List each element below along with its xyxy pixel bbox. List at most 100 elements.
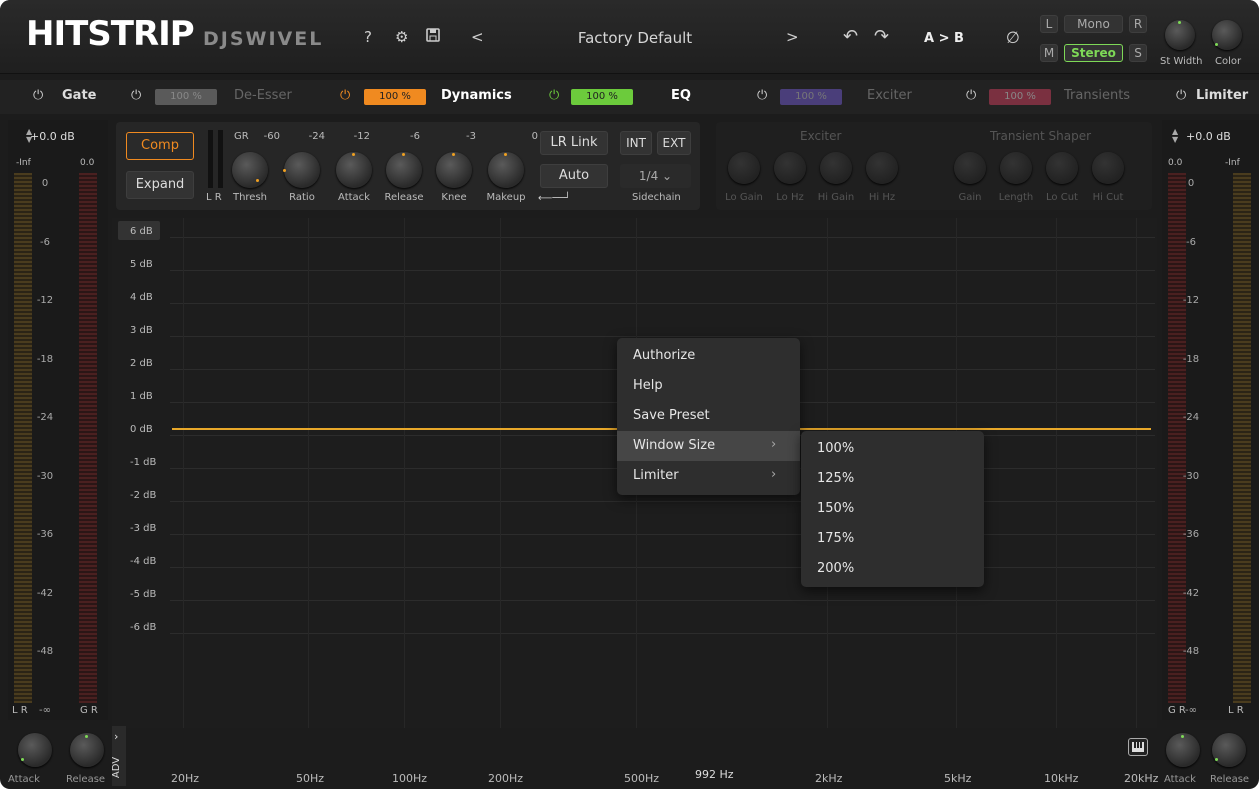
menu-item-limiter[interactable]: Limiter › <box>617 461 800 491</box>
submenu-item-125[interactable]: 125% <box>817 471 854 486</box>
output-gain-value[interactable]: +0.0 dB <box>1186 130 1231 143</box>
release-knob[interactable] <box>386 152 422 188</box>
db-label: -3 dB <box>130 523 157 534</box>
sidechain-select[interactable]: 1/4 ⌄ <box>620 164 691 188</box>
stereo-button[interactable]: Stereo <box>1064 44 1123 62</box>
gain-knob[interactable] <box>954 152 986 184</box>
gate-release-knob[interactable] <box>70 733 104 767</box>
dynamics-mix[interactable]: 100 % <box>364 89 426 105</box>
transients-power-icon[interactable]: ⏻ <box>966 88 976 103</box>
limiter-release-knob[interactable] <box>1212 733 1246 767</box>
int-sidechain-button[interactable]: INT <box>620 131 652 155</box>
eq-mix[interactable]: 100 % <box>571 89 633 105</box>
module-dynamics[interactable]: Dynamics <box>441 88 512 114</box>
help-icon[interactable]: ? <box>364 28 372 46</box>
freq-label: 50Hz <box>296 772 325 785</box>
input-gain-value[interactable]: +0.0 dB <box>30 130 75 143</box>
grid-line <box>170 237 1155 238</box>
lr-link-button[interactable]: LR Link <box>540 131 608 155</box>
meter-footer-label: G R <box>1168 705 1186 716</box>
menu-item-label: Limiter <box>633 468 679 483</box>
limiter-power-icon[interactable]: ⏻ <box>1176 88 1186 103</box>
mono-button[interactable]: Mono <box>1064 15 1123 33</box>
submenu-item-175[interactable]: 175% <box>817 531 854 546</box>
menu-item-window-size[interactable]: Window Size › <box>617 431 800 461</box>
lo-hz-knob[interactable] <box>774 152 806 184</box>
length-knob[interactable] <box>1000 152 1032 184</box>
menu-item-help[interactable]: Help <box>633 378 663 393</box>
gr-meter-r <box>218 130 223 188</box>
db-label: 1 dB <box>130 391 153 402</box>
gr-scale-label: -6 <box>410 131 420 142</box>
db-label: -4 dB <box>130 556 157 567</box>
adv-toggle[interactable]: › ADV <box>111 726 126 786</box>
module-exciter[interactable]: Exciter <box>867 88 912 114</box>
dynamics-power-icon[interactable]: ⏻ <box>340 88 350 103</box>
grid-line <box>183 218 184 728</box>
piano-keyboard-icon[interactable] <box>1128 738 1148 756</box>
input-gain-stepper-icon[interactable]: ▲ ▼ <box>26 128 32 144</box>
limiter-attack-knob[interactable] <box>1166 733 1200 767</box>
gear-icon[interactable]: ⚙ <box>395 28 408 46</box>
auto-button[interactable]: Auto <box>540 164 608 188</box>
exciter-title: Exciter <box>800 129 842 143</box>
hi-gain-knob[interactable] <box>820 152 852 184</box>
right-channel-button[interactable]: R <box>1129 15 1147 33</box>
menu-item-authorize[interactable]: Authorize <box>633 348 695 363</box>
gate-attack-knob[interactable] <box>18 733 52 767</box>
submenu-item-150[interactable]: 150% <box>817 501 854 516</box>
transients-mix[interactable]: 100 % <box>989 89 1051 105</box>
prev-preset-icon[interactable]: < <box>471 28 484 46</box>
knee-knob[interactable] <box>436 152 472 188</box>
color-knob[interactable] <box>1212 20 1242 50</box>
db-label: 2 dB <box>130 358 153 369</box>
menu-item-save-preset[interactable]: Save Preset <box>633 408 710 423</box>
chevron-right-icon: › <box>771 467 777 482</box>
save-icon[interactable] <box>426 28 440 46</box>
mid-button[interactable]: M <box>1040 44 1058 62</box>
chevron-right-icon: › <box>771 437 777 452</box>
undo-icon[interactable]: ↶ <box>843 26 858 47</box>
db-label: 3 dB <box>130 325 153 336</box>
grid-line <box>308 218 309 728</box>
bypass-icon[interactable]: ∅ <box>1006 28 1020 47</box>
comp-mode-button[interactable]: Comp <box>126 132 194 160</box>
meter-mark: -36 <box>1182 529 1200 540</box>
chevron-right-icon: › <box>114 730 119 743</box>
submenu-item-100[interactable]: 100% <box>817 441 854 456</box>
exciter-power-icon[interactable]: ⏻ <box>757 88 767 103</box>
submenu-item-200[interactable]: 200% <box>817 561 854 576</box>
left-channel-button[interactable]: L <box>1040 15 1058 33</box>
eq-power-icon[interactable]: ⏻ <box>549 88 559 103</box>
adv-label: ADV <box>111 756 123 779</box>
module-limiter[interactable]: Limiter <box>1196 88 1248 114</box>
preset-name[interactable]: Factory Default <box>540 29 730 47</box>
ratio-knob[interactable] <box>283 152 320 188</box>
gate-power-icon[interactable]: ⏻ <box>33 88 43 103</box>
lo-gain-knob[interactable] <box>728 152 760 184</box>
redo-icon[interactable]: ↷ <box>874 26 889 47</box>
next-preset-icon[interactable]: > <box>786 28 799 46</box>
module-gate[interactable]: Gate <box>62 88 96 114</box>
ab-compare[interactable]: A > B <box>924 31 964 46</box>
attack-knob[interactable] <box>336 152 372 188</box>
side-button[interactable]: S <box>1129 44 1147 62</box>
hi-cut-knob[interactable] <box>1092 152 1124 184</box>
ext-sidechain-button[interactable]: EXT <box>657 131 691 155</box>
module-deesser[interactable]: De-Esser <box>234 88 292 114</box>
lo-cut-knob[interactable] <box>1046 152 1078 184</box>
deesser-mix[interactable]: 100 % <box>155 89 217 105</box>
thresh-knob[interactable] <box>232 152 268 188</box>
module-eq[interactable]: EQ <box>671 88 691 114</box>
meter-mark: -∞ <box>39 704 51 716</box>
exciter-mix[interactable]: 100 % <box>780 89 842 105</box>
release-label: Release <box>66 774 106 785</box>
makeup-knob[interactable] <box>488 152 524 188</box>
deesser-power-icon[interactable]: ⏻ <box>131 88 141 103</box>
module-transients[interactable]: Transients <box>1064 88 1130 114</box>
expand-mode-button[interactable]: Expand <box>126 171 194 199</box>
grid-line <box>1136 218 1137 728</box>
output-gain-stepper-icon[interactable]: ▲ ▼ <box>1172 128 1178 144</box>
hi-hz-knob[interactable] <box>866 152 898 184</box>
stereo-width-knob[interactable] <box>1165 20 1195 50</box>
